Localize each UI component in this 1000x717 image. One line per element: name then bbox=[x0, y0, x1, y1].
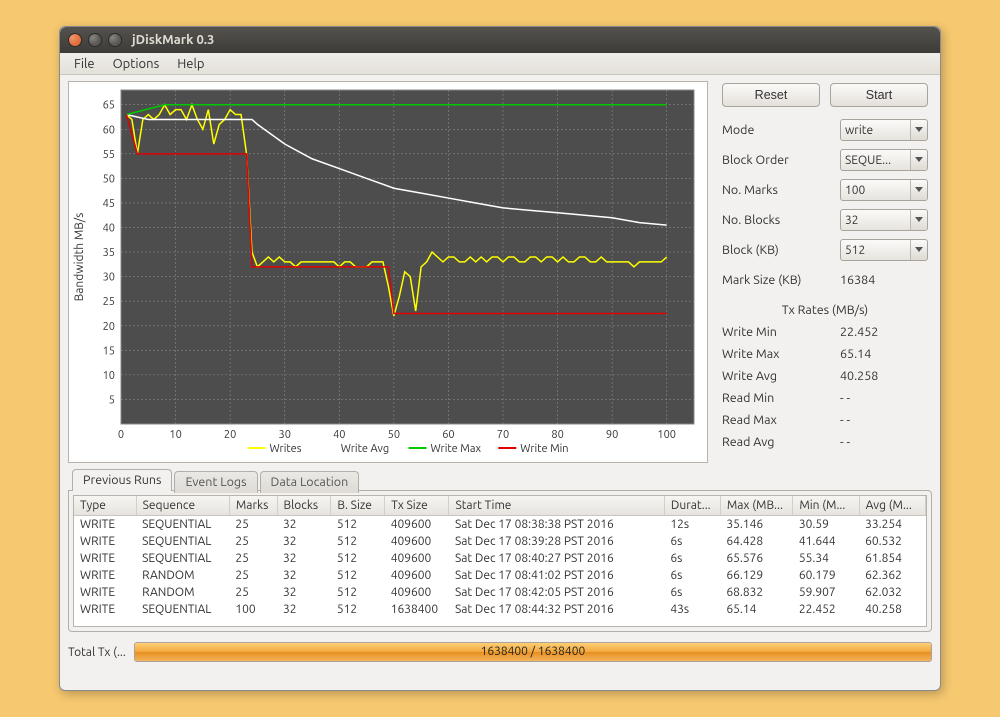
svg-text:50: 50 bbox=[388, 429, 400, 441]
svg-text:0: 0 bbox=[118, 429, 124, 441]
svg-text:Writes: Writes bbox=[270, 443, 302, 455]
read-avg-value: - - bbox=[840, 435, 928, 449]
table-row[interactable]: WRITERANDOM2532512409600Sat Dec 17 08:42… bbox=[74, 584, 926, 601]
svg-text:90: 90 bbox=[606, 429, 618, 441]
svg-text:70: 70 bbox=[497, 429, 509, 441]
table-header[interactable]: Marks bbox=[229, 496, 277, 516]
table-header[interactable]: Type bbox=[74, 496, 136, 516]
svg-text:30: 30 bbox=[279, 429, 291, 441]
write-max-value: 65.14 bbox=[840, 347, 928, 361]
mark-size-label: Mark Size (KB) bbox=[722, 273, 840, 287]
svg-text:25: 25 bbox=[103, 296, 115, 308]
chevron-down-icon bbox=[915, 127, 923, 132]
table-header[interactable]: B. Size bbox=[331, 496, 385, 516]
svg-text:Bandwidth MB/s: Bandwidth MB/s bbox=[73, 213, 86, 302]
progress-text: 1638400 / 1638400 bbox=[135, 645, 931, 658]
chevron-down-icon bbox=[915, 157, 923, 162]
table-row[interactable]: WRITESEQUENTIAL2532512409600Sat Dec 17 0… bbox=[74, 550, 926, 567]
controls-panel: Reset Start Mode write Block Order SEQUE… bbox=[718, 81, 932, 463]
block-kb-label: Block (KB) bbox=[722, 243, 840, 257]
no-marks-spinner[interactable]: 100 bbox=[840, 179, 928, 201]
write-min-value: 22.452 bbox=[840, 325, 928, 339]
write-max-label: Write Max bbox=[722, 347, 840, 361]
read-min-value: - - bbox=[840, 391, 928, 405]
svg-text:Write Avg: Write Avg bbox=[341, 443, 389, 455]
svg-text:60: 60 bbox=[442, 429, 454, 441]
table-header[interactable]: Start Time bbox=[449, 496, 664, 516]
window-title: jDiskMark 0.3 bbox=[132, 33, 214, 47]
svg-text:Write Max: Write Max bbox=[431, 443, 482, 455]
table-header[interactable]: Sequence bbox=[136, 496, 229, 516]
svg-text:10: 10 bbox=[103, 370, 115, 382]
svg-text:20: 20 bbox=[103, 321, 115, 333]
table-row[interactable]: WRITESEQUENTIAL100325121638400Sat Dec 17… bbox=[74, 601, 926, 618]
total-tx-label: Total Tx (... bbox=[68, 646, 126, 659]
write-avg-label: Write Avg bbox=[722, 369, 840, 383]
svg-text:30: 30 bbox=[103, 272, 115, 284]
minimize-icon[interactable] bbox=[88, 33, 102, 47]
tab-previous-runs[interactable]: Previous Runs bbox=[72, 469, 172, 491]
svg-text:Write Min: Write Min bbox=[520, 443, 568, 455]
write-avg-value: 40.258 bbox=[840, 369, 928, 383]
menu-options[interactable]: Options bbox=[105, 55, 168, 73]
svg-text:80: 80 bbox=[551, 429, 563, 441]
reset-button[interactable]: Reset bbox=[722, 83, 820, 107]
table-header[interactable]: Avg (M... bbox=[859, 496, 925, 516]
block-order-select[interactable]: SEQUE... bbox=[840, 149, 928, 171]
table-header[interactable]: Min (M... bbox=[793, 496, 859, 516]
svg-text:60: 60 bbox=[103, 124, 115, 136]
table-header[interactable]: Tx Size bbox=[385, 496, 449, 516]
svg-text:100: 100 bbox=[657, 429, 676, 441]
table-header[interactable]: Blocks bbox=[277, 496, 331, 516]
close-icon[interactable] bbox=[68, 33, 82, 47]
mark-size-value: 16384 bbox=[840, 273, 928, 287]
no-blocks-spinner[interactable]: 32 bbox=[840, 209, 928, 231]
table-header[interactable]: Durat... bbox=[664, 496, 720, 516]
svg-text:55: 55 bbox=[103, 149, 115, 161]
mode-label: Mode bbox=[722, 123, 840, 137]
read-max-value: - - bbox=[840, 413, 928, 427]
table-header[interactable]: Max (MB... bbox=[720, 496, 793, 516]
table-row[interactable]: WRITERANDOM2532512409600Sat Dec 17 08:41… bbox=[74, 567, 926, 584]
runs-table[interactable]: TypeSequenceMarksBlocksB. SizeTx SizeSta… bbox=[74, 496, 926, 618]
tab-content: TypeSequenceMarksBlocksB. SizeTx SizeSta… bbox=[68, 490, 932, 632]
svg-text:50: 50 bbox=[103, 173, 115, 185]
chevron-down-icon bbox=[915, 187, 923, 192]
write-min-label: Write Min bbox=[722, 325, 840, 339]
svg-text:65: 65 bbox=[103, 100, 115, 112]
tab-data-location[interactable]: Data Location bbox=[260, 471, 360, 493]
table-row[interactable]: WRITESEQUENTIAL2532512409600Sat Dec 17 0… bbox=[74, 516, 926, 533]
tab-event-logs[interactable]: Event Logs bbox=[174, 471, 257, 493]
svg-text:5: 5 bbox=[109, 394, 115, 406]
chevron-down-icon bbox=[915, 217, 923, 222]
bandwidth-chart: 0 10 20 30 40 50 60 70 80 90 100 5 10 15 20 25 30 35 40 45 5… bbox=[68, 81, 708, 463]
titlebar[interactable]: jDiskMark 0.3 bbox=[60, 27, 940, 53]
svg-text:15: 15 bbox=[103, 345, 115, 357]
app-window: jDiskMark 0.3 File Options Help 0 10 20 30 4… bbox=[59, 26, 941, 691]
menu-help[interactable]: Help bbox=[169, 55, 212, 73]
chevron-down-icon bbox=[915, 247, 923, 252]
mode-select[interactable]: write bbox=[840, 119, 928, 141]
read-max-label: Read Max bbox=[722, 413, 840, 427]
maximize-icon[interactable] bbox=[108, 33, 122, 47]
svg-text:35: 35 bbox=[103, 247, 115, 259]
tx-rates-header: Tx Rates (MB/s) bbox=[722, 303, 928, 317]
read-avg-label: Read Avg bbox=[722, 435, 840, 449]
block-kb-spinner[interactable]: 512 bbox=[840, 239, 928, 261]
menubar: File Options Help bbox=[60, 53, 940, 75]
table-row[interactable]: WRITESEQUENTIAL2532512409600Sat Dec 17 0… bbox=[74, 533, 926, 550]
svg-text:45: 45 bbox=[103, 198, 115, 210]
read-min-label: Read Min bbox=[722, 391, 840, 405]
start-button[interactable]: Start bbox=[830, 83, 928, 107]
menu-file[interactable]: File bbox=[66, 55, 103, 73]
tab-bar: Previous Runs Event Logs Data Location bbox=[68, 469, 932, 491]
svg-text:20: 20 bbox=[224, 429, 236, 441]
block-order-label: Block Order bbox=[722, 153, 840, 167]
svg-text:40: 40 bbox=[333, 429, 345, 441]
svg-text:40: 40 bbox=[103, 223, 115, 235]
progress-bar: 1638400 / 1638400 bbox=[134, 642, 932, 662]
svg-text:10: 10 bbox=[169, 429, 181, 441]
no-marks-label: No. Marks bbox=[722, 183, 840, 197]
no-blocks-label: No. Blocks bbox=[722, 213, 840, 227]
